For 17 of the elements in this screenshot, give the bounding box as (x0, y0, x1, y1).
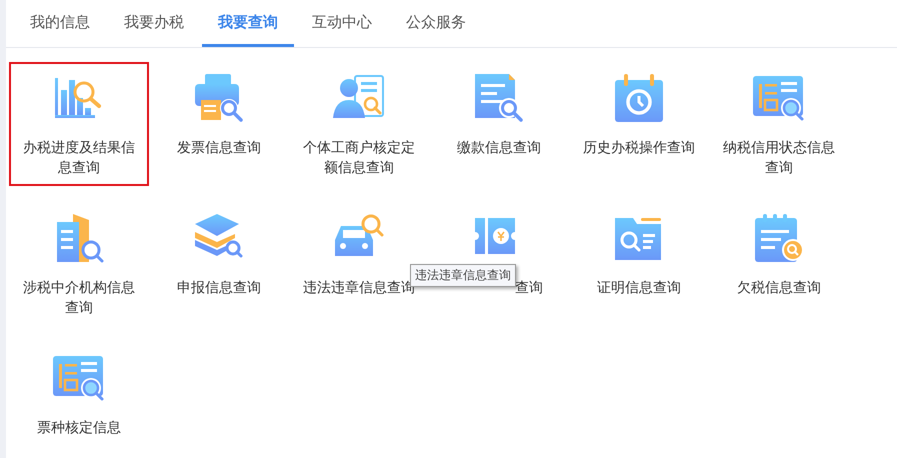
service-item[interactable]: 票种核定信息 (9, 342, 149, 458)
service-item[interactable]: 缴款信息查询 (429, 62, 569, 186)
tab[interactable]: 我要办税 (108, 0, 200, 47)
service-item[interactable]: 证明信息查询 (569, 202, 709, 326)
service-item[interactable]: 纳税信用状态信息查询 (709, 62, 849, 186)
tab[interactable]: 公众服务 (390, 0, 482, 47)
service-item[interactable]: 个体工商户核定定额信息查询 (289, 62, 429, 186)
tooltip: 违法违章信息查询 (410, 264, 516, 287)
service-item[interactable]: 历史办税操作查询 (569, 62, 709, 186)
tab[interactable]: 我的信息 (14, 0, 106, 47)
service-item[interactable]: 申报信息查询 (149, 202, 289, 326)
tab[interactable]: 互动中心 (296, 0, 388, 47)
service-item[interactable]: 办税进度及结果信息查询 (9, 62, 149, 186)
tab[interactable]: 我要查询 (202, 0, 294, 47)
service-item[interactable]: 发票信息查询 (149, 62, 289, 186)
service-item[interactable]: 涉税中介机构信息查询 (9, 202, 149, 326)
service-item[interactable]: 欠税信息查询 (709, 202, 849, 326)
